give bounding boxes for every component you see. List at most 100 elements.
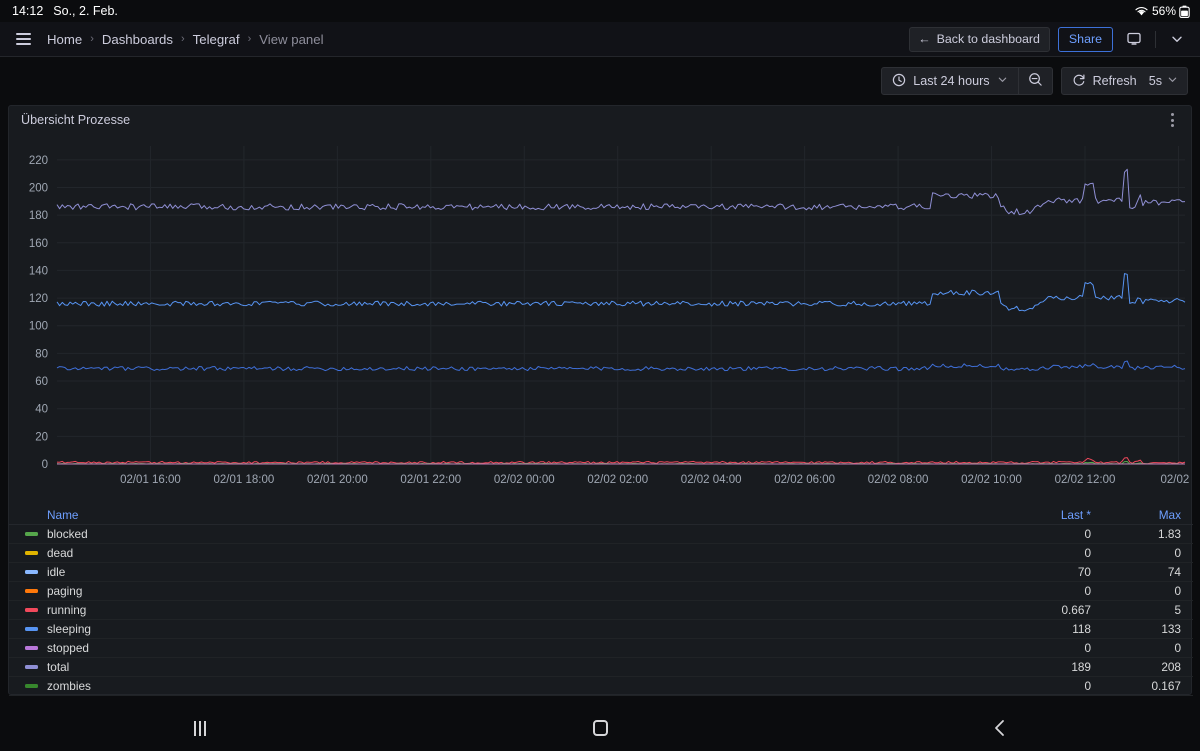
panel-menu-icon[interactable] — [1161, 109, 1183, 131]
legend-row-zombies[interactable]: zombies 0 0.167 — [9, 677, 1193, 696]
legend-value-last: 0 — [1084, 641, 1091, 655]
y-axis-tick-label: 40 — [35, 404, 48, 416]
refresh-interval-picker[interactable]: 5s — [1147, 68, 1187, 94]
legend-color-swatch — [25, 608, 38, 612]
battery-icon — [1179, 5, 1190, 18]
status-bar-date: So., 2. Feb. — [53, 4, 118, 18]
chevron-down-icon — [997, 74, 1008, 88]
legend-value-max: 74 — [1167, 565, 1181, 579]
legend-series-name: dead — [47, 546, 74, 560]
refresh-label: Refresh — [1092, 74, 1137, 88]
zoom-out-icon — [1028, 72, 1043, 90]
legend-row-dead[interactable]: dead 0 0 — [9, 544, 1193, 563]
android-navigation-bar — [0, 705, 1200, 751]
wifi-icon — [1134, 5, 1149, 17]
y-axis-tick-label: 0 — [42, 459, 48, 471]
status-bar-clock: 14:12 — [12, 4, 44, 18]
legend-row-blocked[interactable]: blocked 0 1.83 — [9, 525, 1193, 544]
breadcrumb: Home › Dashboards › Telegraf › View pane… — [46, 32, 325, 47]
legend-row-sleeping[interactable]: sleeping 118 133 — [9, 620, 1193, 639]
series-line-total — [56, 168, 1186, 216]
legend-value-max: 133 — [1161, 622, 1181, 636]
legend-row-idle[interactable]: idle 70 74 — [9, 563, 1193, 582]
grafana-top-navbar: Home › Dashboards › Telegraf › View pane… — [0, 22, 1200, 57]
clock-icon — [892, 73, 906, 90]
legend-value-max: 5 — [1174, 603, 1181, 617]
chart-legend-table: Name Last * Max blocked 0 1.83 dead 0 0 idle 70… — [9, 506, 1193, 696]
legend-row-running[interactable]: running 0.667 5 — [9, 601, 1193, 620]
legend-value-last: 0 — [1084, 527, 1091, 541]
legend-header-row: Name Last * Max — [9, 506, 1193, 525]
battery-percent-label: 56% — [1151, 4, 1176, 18]
legend-value-max: 208 — [1161, 660, 1181, 674]
panel-header: Übersicht Prozesse — [9, 106, 1191, 134]
legend-color-swatch — [25, 551, 38, 555]
refresh-controls: Refresh 5s — [1060, 67, 1188, 95]
breadcrumb-separator: › — [90, 33, 94, 45]
legend-series-name: sleeping — [47, 622, 91, 636]
recent-apps-icon[interactable] — [0, 720, 400, 736]
series-line-idle — [56, 360, 1186, 372]
legend-color-swatch — [25, 665, 38, 669]
x-axis-tick-label: 02/01 18:00 — [214, 474, 275, 486]
legend-value-last: 0.667 — [1061, 603, 1091, 617]
legend-series-name: idle — [47, 565, 66, 579]
x-axis-tick-label: 02/02 08:00 — [868, 474, 929, 486]
breadcrumb-item-home[interactable]: Home — [46, 32, 83, 47]
top-navbar-actions: ← Back to dashboard Share — [909, 26, 1190, 52]
back-to-dashboard-button[interactable]: ← Back to dashboard — [909, 26, 1050, 52]
breadcrumb-item-telegraf[interactable]: Telegraf — [192, 32, 241, 47]
refresh-button[interactable]: Refresh — [1062, 68, 1147, 94]
back-arrow-icon: ← — [918, 32, 931, 46]
legend-color-swatch — [25, 532, 38, 536]
chart-plot-area[interactable]: 0 20 40 60 80 100 120 140 160 180 200 220 02/01 16:0… — [9, 134, 1193, 506]
legend-series-name: blocked — [47, 527, 88, 541]
legend-series-name: stopped — [47, 641, 89, 655]
legend-row-paging[interactable]: paging 0 0 — [9, 582, 1193, 601]
legend-color-swatch — [25, 570, 38, 574]
share-button[interactable]: Share — [1057, 26, 1113, 52]
legend-row-stopped[interactable]: stopped 0 0 — [9, 639, 1193, 658]
y-axis-tick-label: 200 — [29, 182, 48, 194]
y-axis-tick-label: 220 — [29, 155, 48, 167]
x-axis-tick-label: 02/01 16:00 — [120, 474, 181, 486]
monitor-icon[interactable] — [1121, 27, 1147, 52]
legend-column-max[interactable]: Max — [1091, 508, 1181, 522]
chevron-down-icon — [1167, 74, 1178, 88]
time-range-label: Last 24 hours — [913, 74, 990, 88]
series-line-running — [56, 457, 1186, 465]
x-axis-tick-label: 02/01 20:00 — [307, 474, 368, 486]
legend-column-name[interactable]: Name — [47, 508, 971, 522]
legend-value-max: 0 — [1174, 641, 1181, 655]
legend-color-swatch — [25, 646, 38, 650]
x-axis-tick-label: 02/02 06:00 — [774, 474, 835, 486]
timeseries-chart[interactable]: 0 20 40 60 80 100 120 140 160 180 200 220 02/01 16:0… — [9, 134, 1193, 506]
back-icon[interactable] — [800, 718, 1200, 738]
refresh-icon — [1072, 73, 1086, 90]
y-axis-tick-label: 60 — [35, 376, 48, 388]
breadcrumb-separator: › — [247, 33, 252, 45]
legend-value-last: 118 — [1072, 622, 1091, 636]
legend-value-max: 1.83 — [1158, 527, 1181, 541]
breadcrumb-item-dashboards[interactable]: Dashboards — [101, 32, 174, 47]
home-icon[interactable] — [400, 720, 800, 736]
status-bar-right: 56% — [1134, 4, 1190, 18]
hamburger-menu-icon[interactable] — [10, 26, 36, 52]
chevron-down-icon[interactable] — [1164, 27, 1190, 52]
legend-color-swatch — [25, 684, 38, 688]
y-axis-tick-label: 120 — [29, 293, 48, 305]
x-axis-tick-label: 02/02 04:00 — [681, 474, 742, 486]
legend-value-last: 189 — [1071, 660, 1091, 674]
back-to-dashboard-label: Back to dashboard — [936, 32, 1040, 46]
zoom-out-button[interactable] — [1019, 68, 1052, 94]
y-axis-tick-label: 20 — [35, 431, 48, 443]
legend-value-last: 0 — [1084, 679, 1091, 693]
legend-column-last[interactable]: Last * — [971, 508, 1091, 522]
series-line-sleeping — [56, 273, 1186, 312]
breadcrumb-separator: › — [180, 33, 185, 45]
legend-series-name: running — [47, 603, 87, 617]
time-range-picker[interactable]: Last 24 hours — [882, 68, 1017, 94]
legend-value-max: 0.167 — [1151, 679, 1181, 693]
android-status-bar: 14:12 So., 2. Feb. 56% — [0, 0, 1200, 22]
legend-row-total[interactable]: total 189 208 — [9, 658, 1193, 677]
